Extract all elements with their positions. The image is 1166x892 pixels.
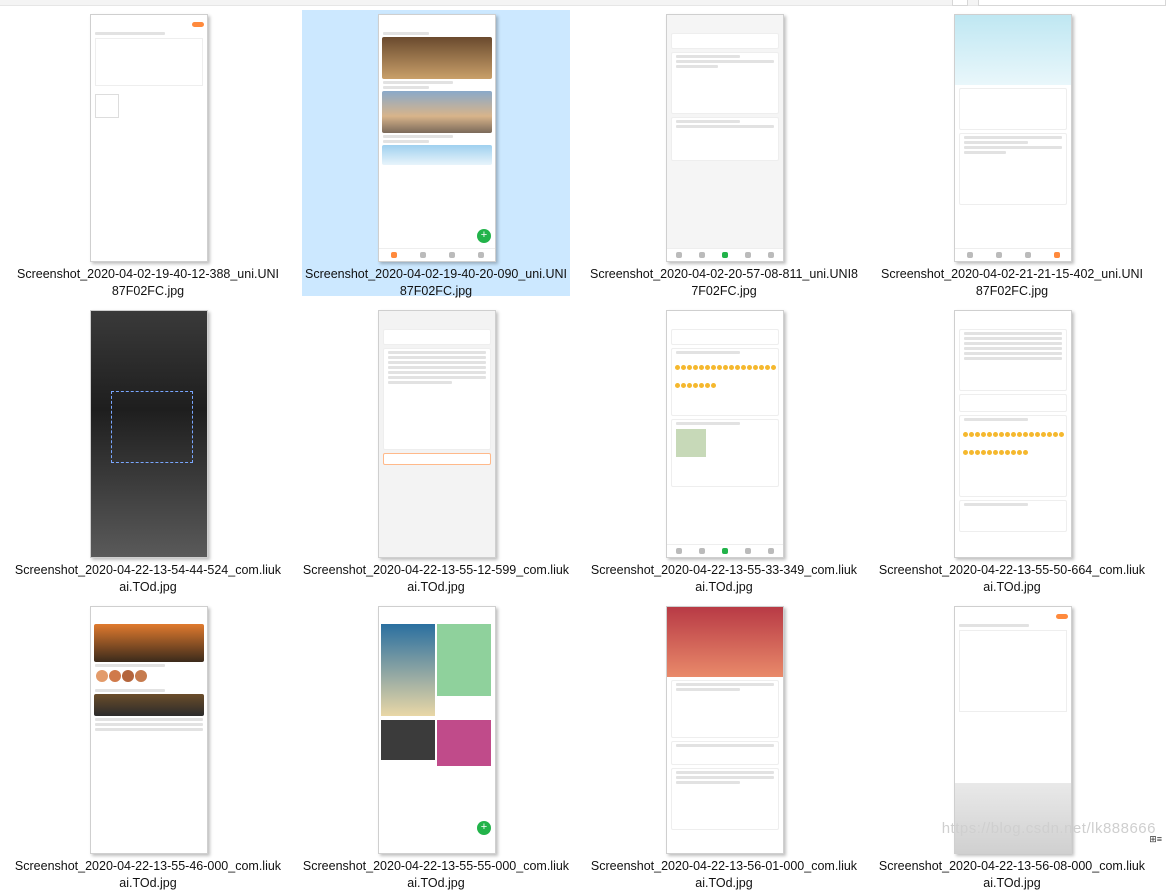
file-tile[interactable]: Screenshot_2020-04-22-13-55-46-000_com.l… (14, 602, 282, 890)
add-icon: + (477, 229, 491, 243)
file-tile[interactable]: Screenshot_2020-04-22-13-56-01-000_com.l… (590, 602, 858, 890)
file-name: Screenshot_2020-04-22-13-55-12-599_com.l… (302, 563, 570, 594)
thumbnail (954, 310, 1072, 558)
file-tile[interactable]: + Screenshot_2020-04-22-13-55-55-000_com… (302, 602, 570, 890)
thumbnail: + (378, 14, 496, 262)
file-tile[interactable]: Screenshot_2020-04-22-13-55-12-599_com.l… (302, 306, 570, 594)
file-tile[interactable]: Screenshot_2020-04-02-21-21-15-402_uni.U… (878, 10, 1146, 298)
thumbnail (666, 606, 784, 854)
file-tile[interactable]: Screenshot_2020-04-22-13-55-33-349_com.l… (590, 306, 858, 594)
file-tile[interactable]: Screenshot_2020-04-02-20-57-08-811_uni.U… (590, 10, 858, 298)
thumbnail (90, 606, 208, 854)
file-name: Screenshot_2020-04-22-13-54-44-524_com.l… (14, 563, 282, 594)
file-name: Screenshot_2020-04-22-13-56-08-000_com.l… (878, 859, 1146, 890)
file-name: Screenshot_2020-04-22-13-55-50-664_com.l… (878, 563, 1146, 594)
thumbnail (666, 14, 784, 262)
thumbnail (90, 310, 208, 558)
file-name: Screenshot_2020-04-22-13-55-33-349_com.l… (590, 563, 858, 594)
search-box-fragment[interactable] (978, 0, 1166, 6)
thumbnail (378, 310, 496, 558)
file-tile-selected[interactable]: + Screenshot_2020-04-02-19-40-20-090_uni… (302, 10, 570, 298)
file-tile[interactable]: Screenshot_2020-04-22-13-56-08-000_com.l… (878, 602, 1146, 890)
file-name: Screenshot_2020-04-02-19-40-12-388_uni.U… (17, 267, 279, 298)
thumbnail (954, 14, 1072, 262)
file-tile[interactable]: Screenshot_2020-04-22-13-55-50-664_com.l… (878, 306, 1146, 594)
thumbnail (954, 606, 1072, 854)
file-name: Screenshot_2020-04-22-13-55-46-000_com.l… (14, 859, 282, 890)
file-name: Screenshot_2020-04-22-13-55-55-000_com.l… (302, 859, 570, 890)
file-name: Screenshot_2020-04-02-19-40-20-090_uni.U… (305, 267, 567, 298)
thumbnail (90, 14, 208, 262)
add-icon: + (477, 821, 491, 835)
file-tile[interactable]: Screenshot_2020-04-22-13-54-44-524_com.l… (14, 306, 282, 594)
file-name: Screenshot_2020-04-02-21-21-15-402_uni.U… (881, 267, 1143, 298)
thumbnail: + (378, 606, 496, 854)
file-tile[interactable]: Screenshot_2020-04-02-19-40-12-388_uni.U… (14, 10, 282, 298)
watermark: https://blog.csdn.net/lk888666 (941, 820, 1156, 837)
file-name: Screenshot_2020-04-22-13-56-01-000_com.l… (590, 859, 858, 890)
toolbar-fragment (952, 0, 968, 6)
file-name: Screenshot_2020-04-02-20-57-08-811_uni.U… (590, 267, 858, 298)
view-toggle-icon[interactable]: ⊞≡ (1149, 834, 1162, 845)
thumbnail (666, 310, 784, 558)
